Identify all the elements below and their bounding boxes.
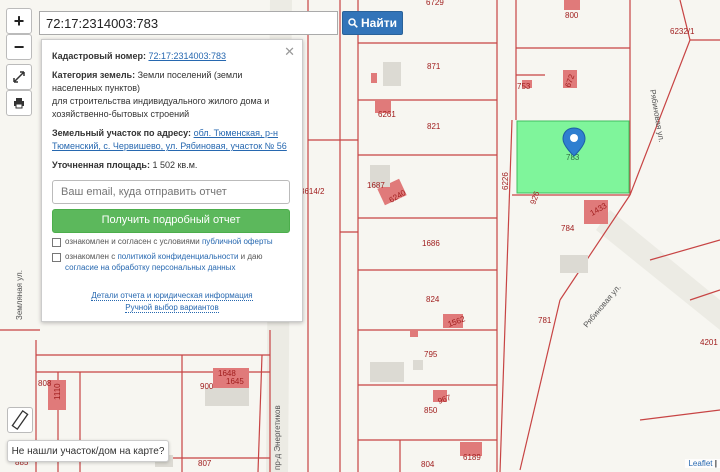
privacy-checkbox[interactable] <box>52 253 61 263</box>
svg-text:1645: 1645 <box>226 377 244 386</box>
svg-text:пр-д Энергетиков: пр-д Энергетиков <box>273 405 282 470</box>
close-icon[interactable]: ✕ <box>284 43 295 62</box>
privacy-text-1: ознакомлен с <box>65 252 116 262</box>
email-input[interactable] <box>52 180 290 205</box>
svg-text:871: 871 <box>427 62 441 71</box>
cadastral-link[interactable]: 72:17:2314003:783 <box>148 51 226 61</box>
consent-link[interactable]: согласие на обработку персональных данны… <box>65 263 235 272</box>
svg-text:6226: 6226 <box>501 172 510 190</box>
category-label: Категория земель: <box>52 70 136 81</box>
parcel-info-panel: ✕ Кадастровый номер: 72:17:2314003:783 К… <box>41 39 303 322</box>
svg-text:6189: 6189 <box>463 453 481 462</box>
privacy-text-2: и даю <box>240 252 263 262</box>
svg-text:1110: 1110 <box>53 383 62 400</box>
svg-text:821: 821 <box>427 122 441 131</box>
svg-text:6232/1: 6232/1 <box>670 27 695 36</box>
print-icon <box>14 98 24 109</box>
offer-text: ознакомлен и согласен с условиями <box>65 237 200 247</box>
svg-text:1687: 1687 <box>367 181 385 190</box>
svg-text:807: 807 <box>198 459 212 468</box>
svg-text:808: 808 <box>38 379 52 388</box>
search-input[interactable] <box>39 11 338 35</box>
measure-button[interactable] <box>7 407 33 433</box>
svg-text:4201: 4201 <box>700 338 718 347</box>
area-value: 1 502 кв.м. <box>152 160 198 171</box>
fullscreen-button[interactable] <box>6 64 32 90</box>
svg-text:850: 850 <box>424 406 438 415</box>
svg-text:800: 800 <box>565 11 579 20</box>
svg-text:6729: 6729 <box>426 0 444 7</box>
svg-text:784: 784 <box>561 224 575 233</box>
attribution-separator: | <box>714 459 717 468</box>
svg-text:804: 804 <box>421 460 435 469</box>
svg-text:3614/2: 3614/2 <box>300 187 325 196</box>
search-button-label: Найти <box>361 16 397 30</box>
purpose-text: для строительства индивидуального жилого… <box>52 96 270 120</box>
zoom-out-button[interactable]: − <box>6 34 32 60</box>
privacy-checkbox-row[interactable]: ознакомлен с политикой конфиденциальност… <box>52 252 292 274</box>
expand-icon <box>13 71 25 83</box>
manual-selection-link[interactable]: Ручной выбор вариантов <box>125 303 219 313</box>
offer-checkbox-row[interactable]: ознакомлен и согласен с условиями публич… <box>52 237 292 248</box>
cadastral-label: Кадастровый номер: <box>52 51 146 61</box>
area-label: Уточненная площадь: <box>52 160 150 171</box>
get-report-button[interactable]: Получить подробный отчет <box>52 209 290 234</box>
map-attribution: Leaflet | <box>685 459 720 468</box>
print-button[interactable] <box>6 90 32 116</box>
zoom-in-button[interactable]: + <box>6 8 32 34</box>
not-found-button[interactable]: Не нашли участок/дом на карте? <box>7 440 169 462</box>
svg-text:Земляная ул.: Земляная ул. <box>15 270 24 320</box>
svg-text:900: 900 <box>200 382 214 391</box>
svg-text:781: 781 <box>538 316 552 325</box>
offer-link[interactable]: публичной оферты <box>202 237 273 246</box>
leaflet-link[interactable]: Leaflet <box>688 459 712 468</box>
search-button[interactable]: Найти <box>342 11 403 35</box>
details-link[interactable]: Детали отчета и юридическая информация <box>91 291 253 301</box>
address-label: Земельный участок по адресу: <box>52 128 192 139</box>
svg-text:824: 824 <box>426 295 440 304</box>
svg-text:795: 795 <box>424 350 438 359</box>
ruler-icon <box>11 410 29 430</box>
offer-checkbox[interactable] <box>52 238 61 248</box>
privacy-policy-link[interactable]: политикой конфиденциальности <box>117 252 238 261</box>
svg-text:6261: 6261 <box>378 110 396 119</box>
svg-text:1686: 1686 <box>422 239 440 248</box>
search-icon <box>348 18 358 28</box>
svg-text:753: 753 <box>517 82 531 91</box>
